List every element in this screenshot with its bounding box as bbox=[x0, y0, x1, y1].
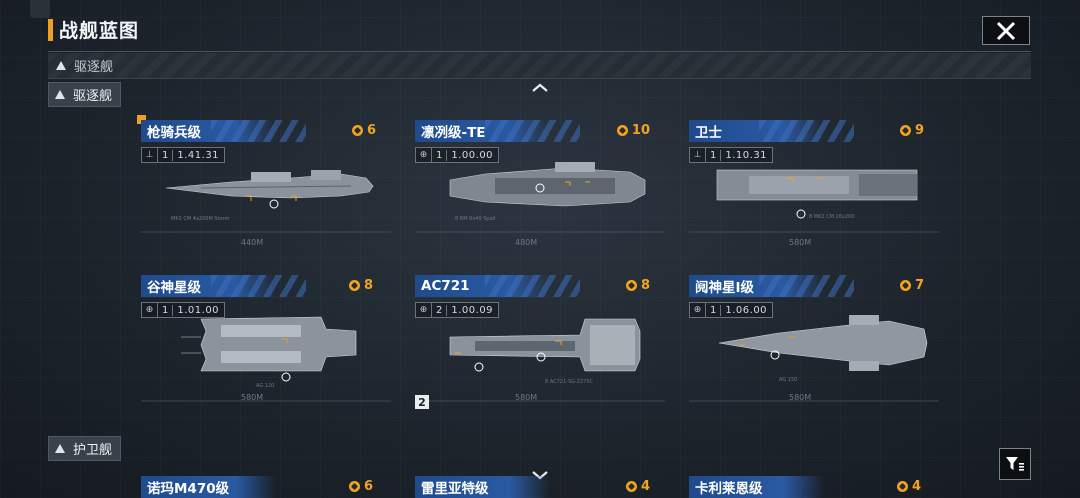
ship-stat-value: 1.41.31 bbox=[177, 149, 220, 161]
ship-cost: 6 bbox=[351, 123, 376, 138]
filter-icon bbox=[1006, 457, 1024, 471]
ship-cost-value: 7 bbox=[914, 278, 924, 293]
ship-cost-value: 6 bbox=[363, 479, 373, 494]
ship-cost: 6 bbox=[348, 479, 373, 494]
ship-stat-value: 1.10.31 bbox=[725, 149, 768, 161]
ship-version: 1 bbox=[706, 304, 722, 316]
close-icon bbox=[996, 21, 1016, 40]
ship-blueprint-image: MK2 CM 4x200M Storm bbox=[141, 170, 391, 233]
ship-stat-value: 1.00.00 bbox=[451, 149, 494, 161]
coin-icon bbox=[625, 280, 637, 291]
svg-text:8 MK2 CM 16x200: 8 MK2 CM 16x200 bbox=[809, 214, 854, 220]
svg-text:AG 120: AG 120 bbox=[256, 383, 274, 389]
ship-stat-value: 1.01.00 bbox=[177, 304, 220, 316]
coin-icon bbox=[625, 481, 637, 492]
ship-blueprint-image: 8 AC721-SG-2275C bbox=[415, 318, 665, 402]
triangle-up-icon bbox=[55, 444, 65, 453]
section-tab-label: 驱逐舰 bbox=[73, 89, 113, 104]
ship-version: 2 bbox=[432, 304, 448, 316]
svg-text:AG 150: AG 150 bbox=[779, 377, 797, 383]
ship-card[interactable]: 谷神星级 8 ⊕ 1 1.01.00 AG 120 580M bbox=[141, 275, 391, 425]
ship-blueprint-image: AG 150 bbox=[689, 315, 939, 402]
ship-card[interactable]: 凛冽级-TE 10 ⊕ 1 1.00.00 8 RM 6x40 Spall 480M bbox=[415, 120, 665, 270]
ship-cost-value: 6 bbox=[366, 123, 376, 138]
triangle-up-icon bbox=[55, 90, 65, 99]
title-accent bbox=[48, 18, 53, 41]
section-tab-destroyer[interactable]: 驱逐舰 bbox=[48, 82, 122, 107]
coin-icon bbox=[348, 481, 360, 492]
name-bar-stripes bbox=[759, 120, 854, 142]
ship-cost-value: 4 bbox=[911, 479, 921, 494]
ship-card[interactable]: 枪骑兵级 6 ⊥ 1 1.41.31 MK2 CM 4x200M Storm 440… bbox=[141, 120, 391, 270]
page-header: 战舰蓝图 bbox=[48, 16, 139, 43]
svg-text:8 AC721-SG-2275C: 8 AC721-SG-2275C bbox=[545, 379, 594, 385]
ship-scale: 440M bbox=[241, 238, 264, 247]
ship-cost: 10 bbox=[616, 123, 650, 138]
coin-icon bbox=[899, 280, 911, 291]
coin-icon bbox=[896, 481, 908, 492]
ship-version: 1 bbox=[706, 149, 722, 161]
ship-cost: 4 bbox=[625, 479, 650, 494]
name-bar-stripes bbox=[485, 275, 580, 297]
category-bar[interactable]: 驱逐舰 bbox=[48, 53, 1031, 79]
svg-text:8 RM 6x40 Spall: 8 RM 6x40 Spall bbox=[455, 216, 495, 222]
ship-version: 1 bbox=[158, 149, 174, 161]
ship-card[interactable]: 卡利莱恩级 4 bbox=[689, 476, 939, 498]
ship-cost: 8 bbox=[625, 278, 650, 293]
ship-version: 1 bbox=[158, 304, 174, 316]
ship-scale: 480M bbox=[515, 238, 538, 247]
name-bar-stripes bbox=[211, 275, 306, 297]
ship-cost-value: 10 bbox=[631, 123, 650, 138]
triangle-up-icon bbox=[56, 61, 66, 70]
name-bar-stripes bbox=[485, 120, 580, 142]
ship-stat-value: 1.06.00 bbox=[725, 304, 768, 316]
ship-cost-value: 8 bbox=[640, 278, 650, 293]
ship-blueprint-image: 8 MK2 CM 16x200 bbox=[689, 169, 939, 233]
ship-version: 1 bbox=[432, 149, 448, 161]
ship-blueprint-image: AG 120 bbox=[141, 316, 391, 402]
ship-name: 卡利莱恩级 bbox=[689, 476, 824, 498]
ship-card[interactable]: 阋神星I级 7 ⊕ 1 1.06.00 AG 150 580M bbox=[689, 275, 939, 425]
ship-scale: 580M bbox=[241, 393, 264, 402]
coin-icon bbox=[899, 125, 911, 136]
header-divider bbox=[48, 51, 1031, 52]
svg-text:MK2 CM 4x200M Storm: MK2 CM 4x200M Storm bbox=[171, 216, 230, 222]
ship-name: 诺玛M470级 bbox=[141, 476, 276, 498]
ship-cost: 8 bbox=[348, 278, 373, 293]
ship-scale: 580M bbox=[515, 393, 538, 402]
ship-card[interactable]: AC721 8 ⊕ 2 1.00.09 8 AC721-SG-2275C 580M bbox=[415, 275, 665, 425]
ship-card[interactable]: 卫士 9 ⊥ 1 1.10.31 8 MK2 CM 16x200 580M bbox=[689, 120, 939, 270]
coin-icon bbox=[348, 280, 360, 291]
name-bar-stripes bbox=[759, 275, 854, 297]
ship-name: 雷里亚特级 bbox=[415, 476, 550, 498]
coin-icon bbox=[351, 125, 363, 136]
level-badge: 2 bbox=[415, 395, 429, 409]
ship-cost: 4 bbox=[896, 479, 921, 494]
name-bar-stripes bbox=[211, 120, 306, 142]
ship-stat-value: 1.00.09 bbox=[451, 304, 494, 316]
section-tab-frigate[interactable]: 护卫舰 bbox=[48, 436, 122, 461]
ship-cost-value: 8 bbox=[363, 278, 373, 293]
ship-card[interactable]: 雷里亚特级 4 bbox=[415, 476, 665, 498]
page-title: 战舰蓝图 bbox=[59, 20, 140, 42]
category-bar-label: 驱逐舰 bbox=[74, 60, 114, 75]
close-button[interactable] bbox=[982, 16, 1030, 45]
ship-blueprint-image: 8 RM 6x40 Spall bbox=[415, 162, 665, 233]
ship-cost-value: 4 bbox=[640, 479, 650, 494]
scroll-up-chevron-icon[interactable] bbox=[531, 82, 549, 92]
ship-cost: 7 bbox=[899, 278, 924, 293]
filter-button[interactable] bbox=[999, 448, 1031, 480]
ship-scale: 580M bbox=[789, 238, 812, 247]
ship-card[interactable]: 诺玛M470级 6 bbox=[141, 476, 391, 498]
ship-scale: 580M bbox=[789, 393, 812, 402]
ship-cost-value: 9 bbox=[914, 123, 924, 138]
ship-cost: 9 bbox=[899, 123, 924, 138]
coin-icon bbox=[616, 125, 628, 136]
corner-decoration bbox=[30, 0, 50, 18]
section-tab-label: 护卫舰 bbox=[73, 443, 113, 458]
